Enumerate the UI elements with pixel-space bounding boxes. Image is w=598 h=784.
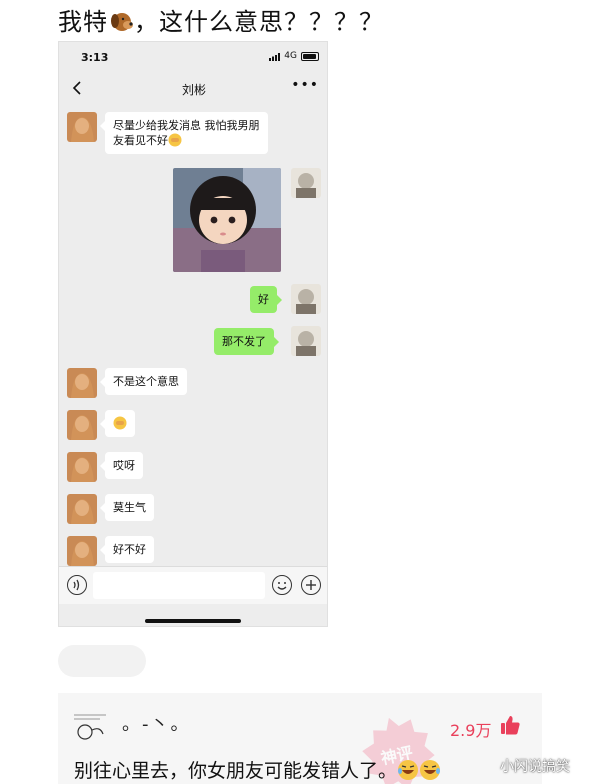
emoji-picker-icon[interactable] bbox=[272, 575, 292, 595]
message-bubble-incoming bbox=[100, 410, 135, 437]
thumbs-up-icon[interactable] bbox=[499, 714, 521, 736]
comment-text: 别往心里去，你女朋友可能发错人了。 bbox=[74, 756, 441, 783]
message-text: 莫生气 bbox=[113, 501, 146, 514]
battery-icon bbox=[301, 52, 319, 61]
voice-input-icon[interactable] bbox=[67, 575, 87, 595]
message-text: 那不发了 bbox=[222, 335, 266, 348]
status-bar: 3:13 4G bbox=[59, 42, 327, 72]
like-count: 2.9万 bbox=[450, 721, 492, 740]
chat-header: 刘彬 ••• bbox=[59, 76, 327, 104]
more-options-icon[interactable]: ••• bbox=[291, 77, 319, 93]
message-text: 哎呀 bbox=[113, 459, 135, 472]
dog-emoji-icon bbox=[111, 13, 133, 31]
comment-text-body: 别往心里去，你女朋友可能发错人了。 bbox=[74, 760, 398, 782]
message-bubble-outgoing: 那不发了 bbox=[214, 328, 279, 355]
message-input[interactable] bbox=[93, 572, 265, 599]
laugh-emoji-icon bbox=[420, 760, 441, 780]
signal-icon bbox=[269, 53, 280, 61]
facepalm-emoji-icon bbox=[113, 416, 127, 430]
chat-screenshot: 3:13 4G 刘彬 ••• 尽量少给我发消息 我怕我男朋 友看见不好 好 那不… bbox=[58, 41, 328, 627]
contact-avatar[interactable] bbox=[67, 536, 97, 566]
self-avatar[interactable] bbox=[291, 168, 321, 198]
message-bubble-incoming: 好不好 bbox=[100, 536, 154, 563]
top-comment: 。-丶。 神评 2.9万 别往心里去，你女朋友可能发错人了。 bbox=[58, 693, 542, 784]
message-text: 好 bbox=[258, 293, 269, 306]
contact-avatar[interactable] bbox=[67, 368, 97, 398]
blurred-element bbox=[58, 645, 146, 677]
self-avatar[interactable] bbox=[291, 326, 321, 356]
message-bubble-outgoing: 好 bbox=[250, 286, 282, 313]
contact-avatar[interactable] bbox=[67, 494, 97, 524]
commenter-avatar[interactable] bbox=[70, 710, 110, 742]
status-time: 3:13 bbox=[81, 51, 109, 64]
add-attachment-icon[interactable] bbox=[301, 575, 321, 595]
message-text: 好不好 bbox=[113, 543, 146, 556]
message-bubble-incoming: 哎呀 bbox=[100, 452, 143, 479]
self-avatar[interactable] bbox=[291, 284, 321, 314]
commenter-name[interactable]: 。-丶。 bbox=[122, 710, 191, 736]
post-title-text-end: ，这什么意思？？？？ bbox=[134, 8, 384, 36]
message-bubble-incoming: 尽量少给我发消息 我怕我男朋 友看见不好 bbox=[100, 112, 268, 154]
post-title-text-start: 我特 bbox=[58, 8, 108, 36]
contact-avatar[interactable] bbox=[67, 112, 97, 142]
message-bubble-incoming: 不是这个意思 bbox=[100, 368, 187, 395]
chat-input-bar bbox=[59, 566, 327, 604]
message-bubble-incoming: 莫生气 bbox=[100, 494, 154, 521]
sent-photo[interactable] bbox=[173, 168, 281, 272]
contact-avatar[interactable] bbox=[67, 410, 97, 440]
home-indicator bbox=[145, 619, 241, 623]
laugh-emoji-icon bbox=[398, 760, 419, 780]
watermark: 小闪说搞笑 bbox=[500, 759, 570, 775]
post-title: 我特 ，这什么意思？？？？ bbox=[58, 2, 384, 37]
message-text: 友看见不好 bbox=[113, 134, 168, 147]
chat-contact-name: 刘彬 bbox=[181, 83, 206, 97]
message-text: 不是这个意思 bbox=[113, 375, 179, 388]
contact-avatar[interactable] bbox=[67, 452, 97, 482]
network-label: 4G bbox=[284, 51, 297, 61]
message-text: 尽量少给我发消息 我怕我男朋 bbox=[113, 119, 260, 132]
facepalm-emoji-icon bbox=[168, 133, 182, 147]
